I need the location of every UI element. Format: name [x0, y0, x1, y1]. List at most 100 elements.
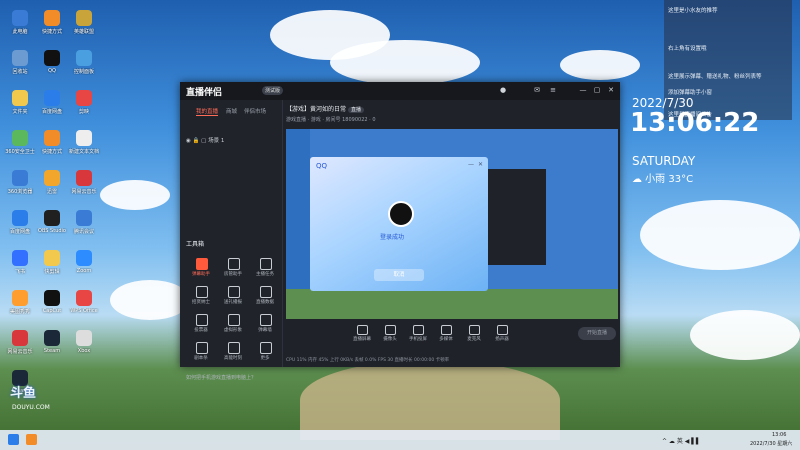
desktop-icon[interactable]: 飞书 — [4, 248, 36, 282]
tool-button[interactable]: 剧本杀 — [188, 340, 214, 364]
cloud — [100, 180, 170, 210]
avatar[interactable]: ● — [498, 85, 508, 95]
app-icon — [76, 290, 92, 306]
tab-market[interactable]: 伴侣市场 — [244, 107, 266, 115]
control-button[interactable]: 扬声器 — [488, 325, 516, 345]
minimize-button[interactable]: — — [578, 85, 588, 95]
desktop-icon[interactable]: 快捷方式 — [36, 8, 68, 42]
desktop-icon[interactable]: 快捷方式 — [36, 128, 68, 162]
tool-button[interactable]: 弹幕墙 — [252, 312, 278, 336]
desktop-icon[interactable]: Zoom — [68, 248, 100, 282]
desktop-icon[interactable]: 文件夹 — [4, 88, 36, 122]
tool-button[interactable]: 送礼播报 — [220, 284, 246, 308]
stream-preview[interactable]: QQ — ✕ 登录成功 取消 — [286, 129, 618, 319]
close-button[interactable]: ✕ — [606, 85, 616, 95]
desktop-icon[interactable]: 新建文本文档 — [68, 128, 100, 162]
desktop-icon[interactable]: 迅雷 — [36, 168, 68, 202]
desktop-icon[interactable]: CapCut — [36, 288, 68, 322]
tool-label: 弹幕助手 — [192, 272, 210, 277]
tool-button[interactable]: 主播任务 — [252, 256, 278, 280]
tool-button[interactable]: 房管助手 — [220, 256, 246, 280]
widget-row: 添加弹幕助手小窗 — [668, 90, 713, 96]
desktop-icon[interactable]: 美图秀秀 — [4, 288, 36, 322]
desktop-icon[interactable]: 网易云音乐 — [68, 168, 100, 202]
desktop-icon[interactable]: 360安全卫士 — [4, 128, 36, 162]
stream-tag[interactable]: 直播 — [347, 107, 364, 113]
desktop-icon[interactable]: 回收站 — [4, 48, 36, 82]
desktop-icon[interactable]: 360浏览器 — [4, 168, 36, 202]
desktop-icon-label: 网易云音乐 — [71, 189, 97, 195]
tool-button[interactable]: 招贤纳士 — [188, 284, 214, 308]
tool-button[interactable]: 虚拟形象 — [220, 312, 246, 336]
control-button[interactable]: 多媒体 — [432, 325, 460, 345]
widget-row: 这里是小水友的推荐 — [668, 8, 718, 14]
qq-minimize-icon[interactable]: — — [468, 161, 474, 168]
app-icon — [12, 10, 28, 26]
desktop-icon[interactable]: 百度网盘 — [36, 88, 68, 122]
start-icon[interactable] — [8, 434, 19, 445]
stream-title-text: 【游戏】黄河如的日常 — [286, 106, 347, 113]
control-button[interactable]: 麦克风 — [460, 325, 488, 345]
desktop-icon[interactable]: 快剪辑 — [36, 248, 68, 282]
taskbar-time[interactable]: 13:06 — [772, 432, 786, 438]
desktop-icon[interactable]: 腾讯会议 — [68, 208, 100, 242]
desktop-icon[interactable]: 控制面板 — [68, 48, 100, 82]
clock-time: 13:06:22 — [630, 108, 760, 138]
desktop-icon-label: WPS Office — [70, 308, 98, 314]
desktop-icon-label: 控制面板 — [73, 69, 94, 75]
scene-item[interactable]: ◉ 🔒 ▢ 场景 1 — [186, 136, 224, 144]
system-tray[interactable]: ^ ☁ 英 ◀ ▌▌ — [662, 436, 701, 445]
tool-button[interactable]: 更多 — [252, 340, 278, 364]
tool-button[interactable]: 弹幕助手 — [188, 256, 214, 280]
app-icon — [12, 130, 28, 146]
desktop-icon[interactable]: WPS Office — [68, 288, 100, 322]
tool-label: 直播数据 — [256, 300, 274, 305]
tool-label: 虚拟形象 — [224, 328, 242, 333]
title-bar[interactable]: 直播伴侣 测试版 ● ✉ ≡ — ▢ ✕ — [180, 82, 620, 100]
tool-label: 招贤纳士 — [192, 300, 210, 305]
menu-icon[interactable]: ≡ — [548, 85, 558, 95]
app-icon — [76, 330, 92, 346]
desktop-icon[interactable]: OBS Studio — [36, 208, 68, 242]
tool-icon — [196, 342, 208, 354]
tab-my-live[interactable]: 我的直播 — [196, 107, 219, 116]
taskbar-date[interactable]: 2022/7/30 星期六 — [750, 440, 792, 447]
tool-icon — [196, 286, 208, 298]
taskbar-app-icon[interactable] — [26, 434, 37, 445]
message-icon[interactable]: ✉ — [532, 85, 542, 95]
tool-icon — [228, 286, 240, 298]
stream-title[interactable]: 【游戏】黄河如的日常 直播 — [286, 104, 364, 113]
desktop-icon[interactable]: Xbox — [68, 328, 100, 362]
start-live-button[interactable]: 开始直播 — [578, 327, 616, 340]
control-bar: 开始直播 直播屏幕 摄像头 手机投屏 多媒体 麦克风 扬声器 — [286, 322, 618, 346]
desktop-icon[interactable]: QQ — [36, 48, 68, 82]
desktop-icon[interactable]: 百度网盘 — [4, 208, 36, 242]
control-button[interactable]: 直播屏幕 — [348, 325, 376, 345]
tool-button[interactable]: 直播数据 — [252, 284, 278, 308]
qq-login-window[interactable]: QQ — ✕ 登录成功 取消 — [310, 157, 488, 291]
qq-logo: QQ — [316, 162, 328, 170]
desktop-icon[interactable]: Steam — [36, 328, 68, 362]
tool-icon — [228, 314, 240, 326]
desktop-icon-label: 新建文本文档 — [68, 149, 99, 155]
app-icon — [12, 170, 28, 186]
control-button[interactable]: 摄像头 — [376, 325, 404, 345]
tool-button[interactable]: 高能时刻 — [220, 340, 246, 364]
login-status: 登录成功 — [380, 234, 405, 241]
cancel-button[interactable]: 取消 — [374, 269, 424, 281]
control-button[interactable]: 手机投屏 — [404, 325, 432, 345]
control-icon — [385, 325, 396, 335]
help-link[interactable]: 如何把手机游戏直播到电脑上？ — [186, 374, 256, 381]
version-badge[interactable]: 测试版 — [262, 86, 284, 95]
cloud — [110, 280, 190, 320]
desktop-icon[interactable]: 英雄联盟 — [68, 8, 100, 42]
qq-close-icon[interactable]: ✕ — [478, 161, 483, 168]
desktop-icon[interactable]: 此电脑 — [4, 8, 36, 42]
stream-info: 游戏直播 · 游戏 · 房间号 18090022 · 0 — [286, 117, 376, 123]
tab-store[interactable]: 商城 — [226, 107, 237, 115]
desktop-icon[interactable]: 网易云音乐 — [4, 328, 36, 362]
widget-row: 右上角有设置哦 — [668, 46, 707, 52]
maximize-button[interactable]: ▢ — [592, 85, 602, 95]
desktop-icon[interactable]: 剪映 — [68, 88, 100, 122]
tool-button[interactable]: 投票器 — [188, 312, 214, 336]
